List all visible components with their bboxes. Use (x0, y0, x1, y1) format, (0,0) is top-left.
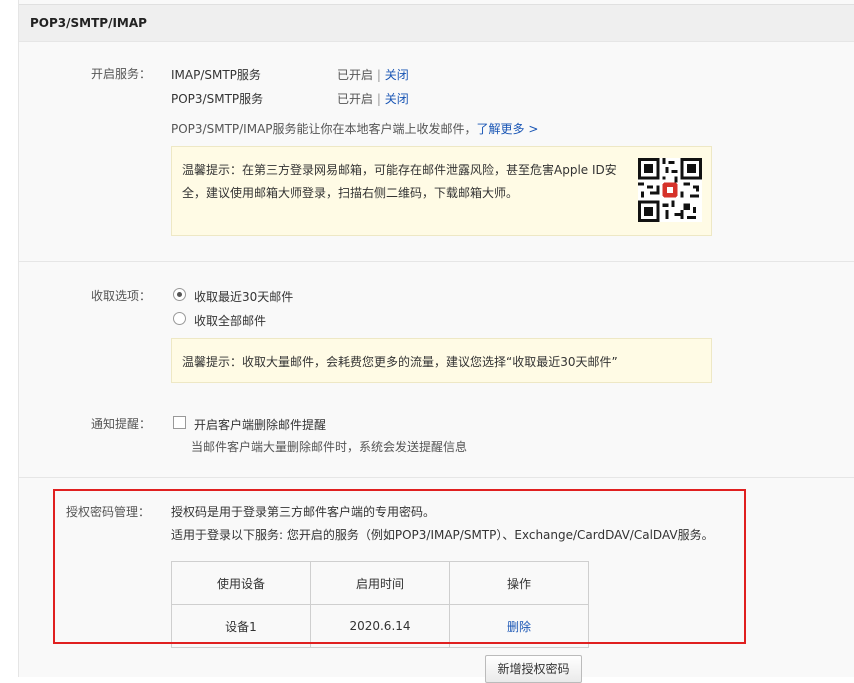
learn-more-link[interactable]: 了解更多 > (477, 122, 539, 136)
security-tip-box: 温馨提示：在第三方登录网易邮箱，可能存在邮件泄露风险，甚至危害Apple ID安… (171, 146, 712, 236)
services-description: POP3/SMTP/IMAP服务能让你在本地客户端上收发邮件，了解更多 > (171, 120, 538, 137)
delete-notify-checkbox[interactable] (173, 416, 186, 429)
fetch-all-radio[interactable] (173, 312, 186, 325)
security-tip-line2: 全，建议使用邮箱大师登录，扫描右侧二维码，下载邮箱大师。 (182, 186, 519, 200)
section-title: POP3/SMTP/IMAP (30, 16, 147, 30)
delete-notify-hint: 当邮件客户端大量删除邮件时，系统会发送提醒信息 (191, 440, 468, 454)
traffic-tip-text: 温馨提示：收取大量邮件，会耗费您更多的流量，建议您选择“收取最近30天邮件” (182, 355, 618, 369)
service-name-imap: IMAP/SMTP服务 (171, 68, 261, 82)
fetch-30days-radio[interactable] (173, 288, 186, 301)
service-status-pop3: 已开启 | 关闭 (337, 90, 409, 107)
services-desc-text: POP3/SMTP/IMAP服务能让你在本地客户端上收发邮件， (171, 122, 477, 136)
status-text: 已开启 (337, 92, 374, 106)
new-auth-password-button[interactable]: 新增授权密码 (485, 655, 582, 683)
qr-code-icon (638, 158, 702, 222)
traffic-tip-box: 温馨提示：收取大量邮件，会耗费您更多的流量，建议您选择“收取最近30天邮件” (171, 338, 712, 383)
section-divider (19, 477, 854, 478)
close-imap-link[interactable]: 关闭 (385, 68, 409, 82)
section-header: POP3/SMTP/IMAP (19, 4, 854, 42)
status-text: 已开启 (337, 68, 374, 82)
separator: | (376, 68, 381, 82)
services-label: 开启服务： (91, 67, 152, 81)
service-name-pop3: POP3/SMTP服务 (171, 92, 264, 106)
fetch-all-label[interactable]: 收取全部邮件 (194, 312, 266, 329)
notify-label: 通知提醒： (91, 417, 152, 431)
fetch-options-label: 收取选项： (91, 289, 152, 303)
close-pop3-link[interactable]: 关闭 (385, 92, 409, 106)
separator: | (376, 92, 381, 106)
fetch-30days-label[interactable]: 收取最近30天邮件 (194, 288, 293, 305)
service-status-imap: 已开启 | 关闭 (337, 66, 409, 83)
section-divider (19, 261, 854, 262)
highlight-box (53, 489, 746, 644)
delete-notify-label[interactable]: 开启客户端删除邮件提醒 (194, 416, 326, 433)
security-tip-line1: 温馨提示：在第三方登录网易邮箱，可能存在邮件泄露风险，甚至危害Apple ID安 (182, 163, 617, 177)
